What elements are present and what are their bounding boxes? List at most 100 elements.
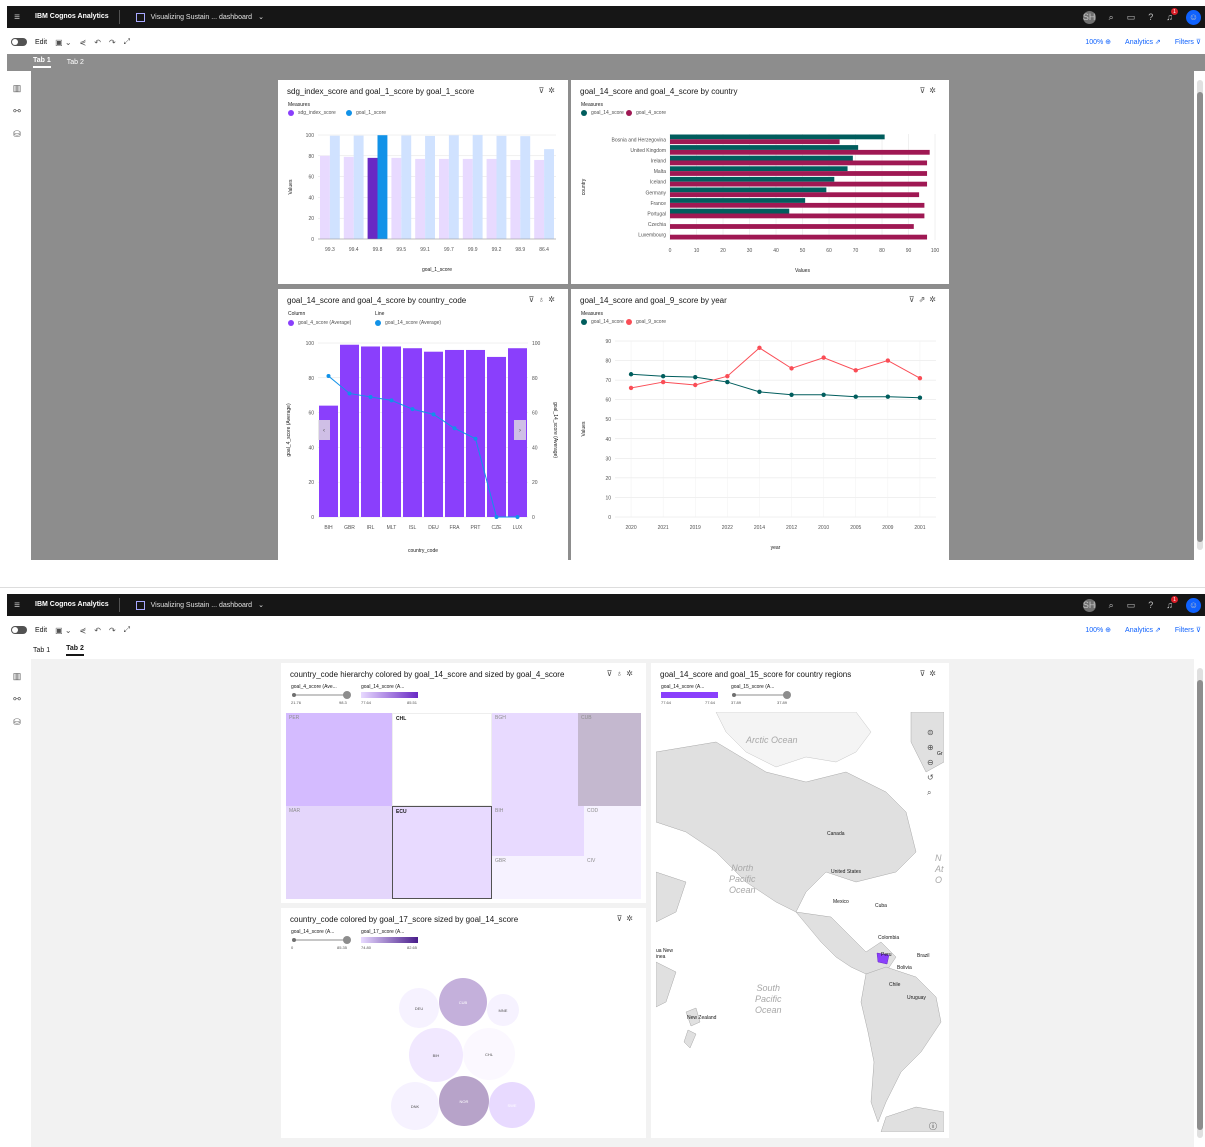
point-goal-9-score[interactable] xyxy=(725,374,730,379)
bar-sdg-index-score[interactable] xyxy=(462,158,473,239)
bar-sdg-index-score[interactable] xyxy=(391,157,402,239)
point-goal-9-score[interactable] xyxy=(853,368,858,373)
redo-icon[interactable]: ↷ xyxy=(109,38,116,47)
column-goal-4-score[interactable] xyxy=(424,351,443,517)
insights-icon[interactable]: ♁ xyxy=(616,669,626,678)
world-map[interactable] xyxy=(656,712,944,1132)
settings-icon[interactable]: ✲ xyxy=(929,86,940,95)
legend-item[interactable]: goal_4_score xyxy=(626,110,666,116)
point-goal-14-score[interactable] xyxy=(515,515,520,519)
combo-chart[interactable]: 0 0 20 20 40 40 60 60 80 80 100 100 BIH GBR IRL MLT ISL D… xyxy=(278,331,568,560)
treemap-tile[interactable]: BGH xyxy=(492,713,578,806)
bar-goal-1-score[interactable] xyxy=(496,135,507,239)
visualizations-icon[interactable]: ▥ xyxy=(13,671,22,682)
bubble[interactable]: DEU xyxy=(399,988,439,1028)
fullscreen-icon[interactable]: ⤢ xyxy=(124,37,130,47)
point-goal-14-score[interactable] xyxy=(494,515,499,519)
point-goal-14-score[interactable] xyxy=(660,374,666,379)
layers-icon[interactable]: ⊜ xyxy=(927,728,934,737)
settings-icon[interactable]: ✲ xyxy=(548,295,559,304)
bar-sdg-index-score[interactable] xyxy=(439,158,449,239)
assistant-icon[interactable]: ⚯ xyxy=(13,106,21,117)
bar-goal-4-score[interactable] xyxy=(670,234,928,240)
legend-item[interactable]: goal_14_score xyxy=(581,110,624,116)
point-goal-9-score[interactable] xyxy=(885,358,891,363)
filter-icon[interactable]: ⊽ xyxy=(616,914,626,923)
column-goal-4-score[interactable] xyxy=(403,348,422,517)
widget-bubble-pack[interactable]: country_code colored by goal_17_score si… xyxy=(281,908,646,1138)
bar-goal-1-score[interactable] xyxy=(377,135,388,239)
bar-goal-4-score[interactable] xyxy=(670,192,920,198)
point-goal-9-score[interactable] xyxy=(789,366,794,371)
bar-sdg-index-score[interactable] xyxy=(486,158,497,239)
bubble[interactable]: CUB xyxy=(439,978,487,1026)
bar-goal-4-score[interactable] xyxy=(670,181,928,187)
scrollbar[interactable] xyxy=(1197,668,1203,1138)
help-icon[interactable]: ? xyxy=(1148,600,1153,610)
filter-icon[interactable]: ⊽ xyxy=(919,86,929,95)
bar-goal-4-score[interactable] xyxy=(670,213,925,219)
widget-map[interactable]: goal_14_score and goal_15_score for coun… xyxy=(651,663,949,1138)
bar-goal-1-score[interactable] xyxy=(472,135,483,239)
analytics-icon[interactable]: ⇗ xyxy=(919,295,930,304)
horizontal-bar-chart[interactable]: 0 10 20 30 40 50 60 70 80 90 100 Bosnia and Herzego… xyxy=(571,120,949,280)
point-goal-14-score[interactable] xyxy=(885,394,891,399)
dashboard-switcher[interactable]: Visualizing Sustain ... dashboard ⌄ xyxy=(135,600,264,610)
point-goal-14-score[interactable] xyxy=(368,394,373,399)
point-goal-14-score[interactable] xyxy=(473,436,478,441)
assistant-icon[interactable]: ⚯ xyxy=(13,694,21,705)
bar-goal-4-score[interactable] xyxy=(670,160,928,166)
bar-goal-14-score[interactable] xyxy=(670,166,848,172)
bubble[interactable]: DNK xyxy=(391,1082,439,1130)
user-avatar-icon[interactable]: ☺ xyxy=(1186,9,1201,25)
chat-icon[interactable]: ▭ xyxy=(1127,600,1136,611)
info-icon[interactable]: ⓘ xyxy=(929,1121,937,1132)
hamburger-menu-icon[interactable]: ≡ xyxy=(7,600,27,611)
bar-sdg-index-score[interactable] xyxy=(534,159,545,239)
scrollbar[interactable] xyxy=(1197,80,1203,550)
line-chart[interactable]: 0 10 20 30 40 50 60 70 80 90 2020 2021 2019 2022 2014 2… xyxy=(571,329,949,560)
tab-2[interactable]: Tab 2 xyxy=(67,59,84,66)
treemap-tile[interactable]: MAR xyxy=(286,806,392,899)
legend-item[interactable]: goal_1_score xyxy=(346,110,386,116)
point-goal-14-score[interactable] xyxy=(452,426,457,431)
bar-goal-1-score[interactable] xyxy=(425,135,435,239)
treemap-tile[interactable]: CIV xyxy=(584,856,641,899)
point-goal-14-score[interactable] xyxy=(693,374,698,380)
column-goal-4-score[interactable] xyxy=(445,349,464,517)
edit-toggle[interactable] xyxy=(11,38,27,46)
filter-icon[interactable]: ⊽ xyxy=(919,669,929,678)
bubble[interactable]: BIH xyxy=(409,1028,463,1082)
hamburger-menu-icon[interactable]: ≡ xyxy=(7,12,27,23)
bar-goal-1-score[interactable] xyxy=(520,136,531,239)
insights-icon[interactable]: ♁ xyxy=(538,295,548,304)
bar-goal-14-score[interactable] xyxy=(670,208,790,214)
settings-icon[interactable]: ✲ xyxy=(548,86,559,95)
scrollbar-thumb[interactable] xyxy=(1197,92,1203,542)
point-goal-9-score[interactable] xyxy=(693,382,698,388)
bar-goal-1-score[interactable] xyxy=(401,135,412,239)
column-goal-4-score[interactable] xyxy=(382,346,401,517)
point-goal-14-score[interactable] xyxy=(389,398,394,403)
notifications-icon[interactable]: ♫ 1 xyxy=(1166,596,1178,610)
bar-goal-14-score[interactable] xyxy=(670,134,885,140)
treemap-tile[interactable]: BIH xyxy=(492,806,584,856)
point-goal-14-score[interactable] xyxy=(628,372,634,377)
tab-1[interactable]: Tab 1 xyxy=(33,647,50,654)
column-goal-4-score[interactable] xyxy=(466,349,485,517)
analytics-button[interactable]: Analytics ⇗ xyxy=(1125,38,1161,46)
widget-goal14-goal9-year[interactable]: goal_14_score and goal_9_score by year ⊽… xyxy=(571,289,949,560)
help-icon[interactable]: ? xyxy=(1148,12,1153,22)
treemap-tile[interactable]: ECU xyxy=(392,806,492,899)
bar-goal-1-score[interactable] xyxy=(353,135,364,239)
widget-sdg-goal1[interactable]: sdg_index_score and goal_1_score by goal… xyxy=(278,80,568,284)
redo-icon[interactable]: ↷ xyxy=(109,626,116,635)
point-goal-14-score[interactable] xyxy=(853,394,858,399)
dashboard-switcher[interactable]: Visualizing Sustain ... dashboard ⌄ xyxy=(135,12,264,22)
point-goal-14-score[interactable] xyxy=(326,374,331,379)
settings-icon[interactable]: ✲ xyxy=(929,295,940,304)
settings-icon[interactable]: ✲ xyxy=(626,914,637,923)
bar-goal-1-score[interactable] xyxy=(544,149,554,239)
widget-treemap[interactable]: country_code hierarchy colored by goal_1… xyxy=(281,663,646,903)
zoom-out-icon[interactable]: ⊖ xyxy=(927,758,934,767)
